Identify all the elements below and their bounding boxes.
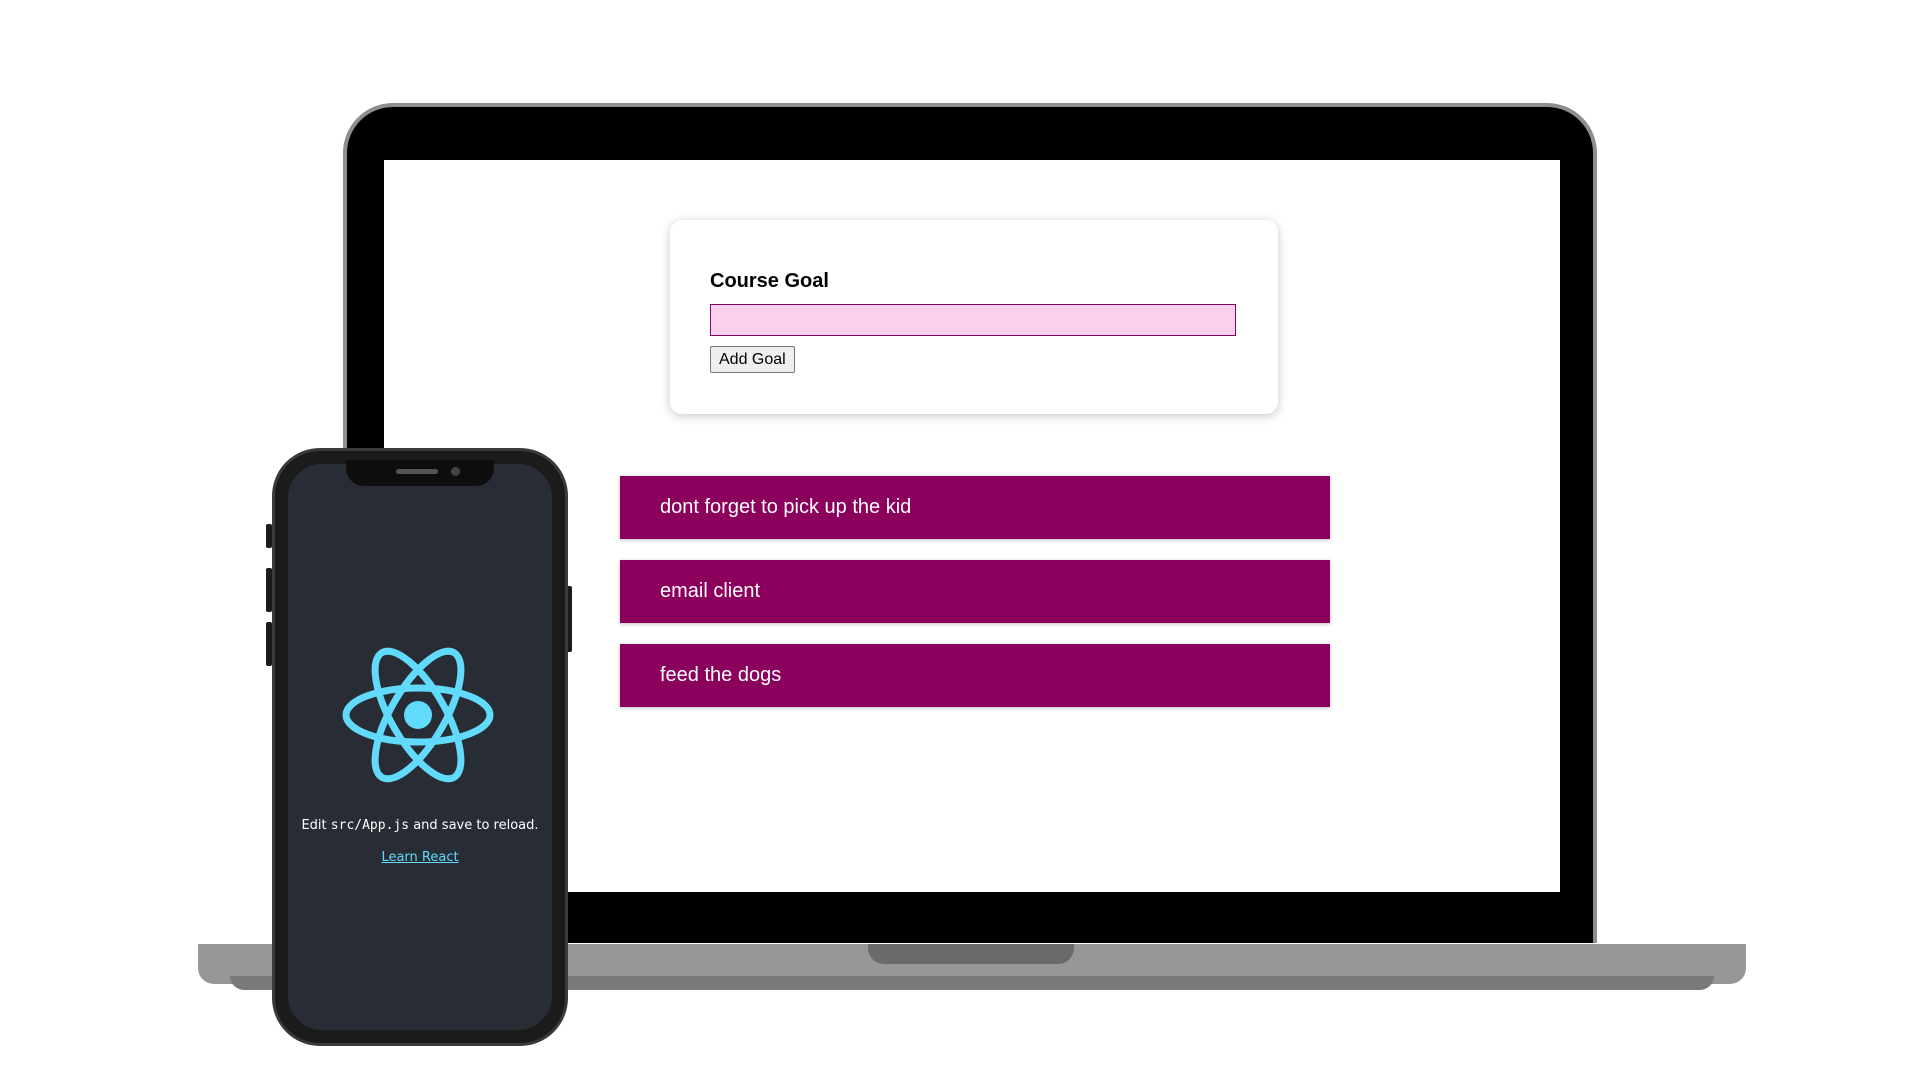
phone-speaker-icon [396,469,438,474]
goal-item[interactable]: dont forget to pick up the kid [620,476,1330,539]
phone-camera-icon [451,467,460,476]
edit-instructions: Edit src/App.js and save to reload. [288,818,552,833]
goal-item[interactable]: feed the dogs [620,644,1330,707]
goal-form-card: Course Goal Add Goal [670,220,1278,414]
course-goal-label: Course Goal [710,270,829,292]
laptop-trackpad-notch [868,944,1074,964]
edit-code-path: src/App.js [330,818,410,833]
learn-react-link[interactable]: Learn React [288,850,552,865]
goal-list: dont forget to pick up the kid email cli… [620,476,1330,728]
course-goal-input[interactable] [710,304,1236,336]
edit-suffix: and save to reload. [413,818,539,833]
edit-prefix: Edit [301,818,327,833]
goal-item[interactable]: email client [620,560,1330,623]
react-logo-icon [342,647,494,783]
add-goal-button[interactable]: Add Goal [710,346,795,373]
